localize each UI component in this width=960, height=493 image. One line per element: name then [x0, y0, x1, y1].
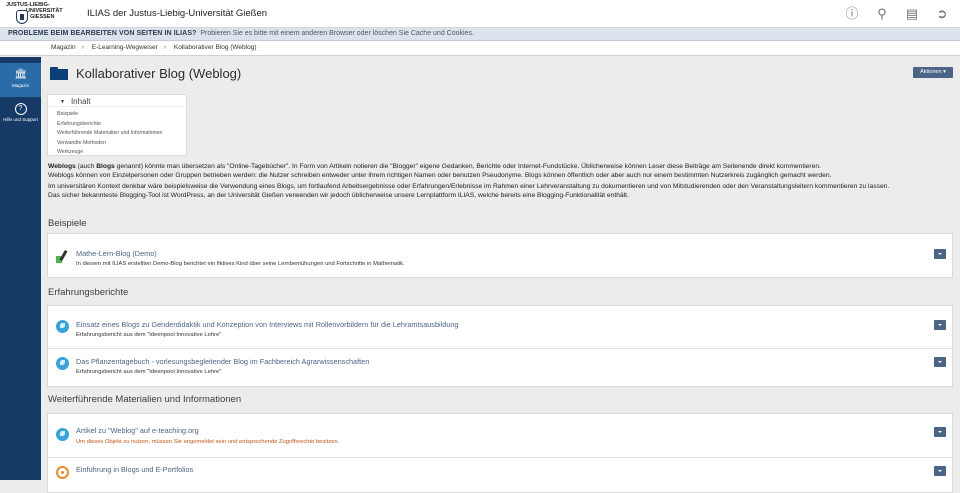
main-content: Kollaborativer Blog (Weblog) Aktionen ▾ …: [41, 57, 960, 493]
main-bar: 🏛 Magazin ? Hilfe und Support: [0, 57, 41, 480]
toc-item[interactable]: Weiterführende Materialien und Informati…: [57, 129, 186, 139]
mainbar-label-help: Hilfe und Support: [3, 117, 38, 122]
header-tools: ⓘ ⚲ ▤ ➲: [844, 6, 950, 22]
item-actions-dropdown[interactable]: [934, 249, 946, 259]
item-actions-dropdown[interactable]: [934, 466, 946, 476]
intro-text-part: genannt) könnte man übersetzen als "Onli…: [114, 163, 821, 170]
table-of-contents: ▼ Inhalt Beispiele Erfahrungsberichte Wei…: [47, 94, 187, 156]
term-blogs: Blogs: [96, 163, 115, 170]
toc-list: Beispiele Erfahrungsberichte Weiterführe…: [48, 107, 186, 158]
divider: [48, 457, 952, 458]
intro-text-part: Das sicher bekannteste Blogging-Tool ist…: [48, 191, 629, 199]
section-title-weiterfuehrende: Weiterführende Materialien und Informati…: [48, 394, 242, 405]
intro-text-part: Weblogs können von Einzelpersonen oder G…: [48, 171, 832, 179]
toc-header[interactable]: ▼ Inhalt: [48, 95, 186, 107]
breadcrumb-item-current[interactable]: Kollaborativer Blog (Weblog): [174, 44, 257, 51]
notifications-icon[interactable]: ▤: [904, 6, 920, 22]
help-icon[interactable]: ⓘ: [844, 6, 860, 22]
item-title-link[interactable]: Artikel zu "Weblog" auf e-teaching.org: [76, 426, 199, 435]
folder-icon: [50, 67, 68, 80]
actions-dropdown-button[interactable]: Aktionen ▾: [913, 67, 953, 78]
toc-title: Inhalt: [70, 97, 91, 106]
item-actions-dropdown[interactable]: [934, 427, 946, 437]
chevron-right-icon: ›: [163, 44, 167, 51]
notice-heading: PROBLEME BEIM BEARBEITEN VON SEITEN IN I…: [8, 30, 197, 37]
item-actions-dropdown[interactable]: [934, 320, 946, 330]
help-icon: ?: [14, 103, 27, 115]
breadcrumb-item-wegweiser[interactable]: E-Learning-Wegweiser: [92, 44, 158, 51]
header: JUSTUS-LIEBIG- UNIVERSITÄT GIESSEN ILIAS…: [0, 0, 960, 28]
item-description: Erfahrungsbericht aus dem "Ideenpool Inn…: [76, 369, 222, 375]
mainbar-label-magazin: Magazin: [11, 83, 29, 88]
triangle-down-icon: ▼: [60, 99, 65, 105]
toc-item[interactable]: Erfahrungsberichte: [57, 120, 186, 130]
breadcrumb: Magazin › E-Learning-Wegweiser › Kollabora…: [0, 41, 960, 56]
item-access-warning: Um dieses Objekt zu nutzen, müssen Sie a…: [76, 439, 340, 445]
mainbar-item-magazin[interactable]: 🏛 Magazin: [0, 63, 41, 97]
weblink-icon: [56, 428, 69, 441]
blog-icon: [56, 250, 69, 263]
item-actions-dropdown[interactable]: [934, 357, 946, 367]
system-notice: PROBLEME BEIM BEARBEITEN VON SEITEN IN I…: [0, 28, 960, 41]
page-header: Kollaborativer Blog (Weblog): [50, 66, 241, 81]
notice-text: Probieren Sie es bitte mit einem anderen…: [200, 30, 474, 37]
item-description: Erfahrungsbericht aus dem "Ideenpool Inn…: [76, 332, 222, 338]
app-title: ILIAS der Justus-Liebig-Universität Gieß…: [87, 8, 268, 19]
weblink-icon: [56, 320, 69, 333]
item-title-link[interactable]: Mathe-Lern-Blog (Demo): [76, 249, 157, 258]
logout-icon[interactable]: ➲: [934, 6, 950, 22]
intro-text-part: Im universitären Kontext denkbar wäre be…: [48, 183, 890, 191]
item-title-link[interactable]: Einsatz eines Blogs zu Genderdidaktik un…: [76, 320, 459, 329]
section-title-erfahrungsberichte: Erfahrungsberichte: [48, 287, 129, 298]
chevron-right-icon: ›: [81, 44, 84, 51]
divider: [48, 348, 952, 349]
item-list: Artikel zu "Weblog" auf e-teaching.org U…: [47, 413, 953, 493]
term-weblogs: Weblogs: [48, 163, 76, 170]
toc-item[interactable]: Beispiele: [57, 110, 186, 120]
university-seal-icon: [16, 10, 28, 24]
mainbar-item-help[interactable]: ? Hilfe und Support: [0, 97, 41, 131]
item-title-link[interactable]: Einführung in Blogs und E-Portfolios: [76, 465, 193, 474]
intro-text-part: (auch: [75, 163, 97, 170]
intro-text: Weblogs (auch Blogs genannt) könnte man …: [48, 163, 956, 203]
weblink-icon: [56, 357, 69, 370]
repository-icon: 🏛: [14, 69, 28, 80]
webresource-icon: [56, 466, 69, 479]
logo-text-line-3: GIESSEN: [30, 14, 55, 20]
list-item: Mathe-Lern-Blog (Demo) In diesem mit ILI…: [47, 233, 953, 278]
section-title-beispiele: Beispiele: [48, 218, 87, 229]
item-title-link[interactable]: Das Pflanzentagebuch - vorlesungsbegleit…: [76, 357, 369, 366]
toc-item[interactable]: Werkzeuge: [57, 148, 186, 158]
university-logo[interactable]: JUSTUS-LIEBIG- UNIVERSITÄT GIESSEN: [6, 2, 63, 26]
search-icon[interactable]: ⚲: [874, 6, 890, 22]
intro-paragraph-1: Weblogs (auch Blogs genannt) könnte man …: [48, 163, 956, 180]
intro-paragraph-2: Im universitären Kontext denkbar wäre be…: [48, 183, 956, 200]
item-list: Einsatz eines Blogs zu Genderdidaktik un…: [47, 305, 953, 387]
item-description: In diesem mit ILIAS erstellten Demo-Blog…: [76, 261, 405, 267]
toc-item[interactable]: Verwandte Methoden: [57, 139, 186, 149]
breadcrumb-item-magazin[interactable]: Magazin: [51, 44, 76, 51]
page-title: Kollaborativer Blog (Weblog): [76, 66, 242, 81]
